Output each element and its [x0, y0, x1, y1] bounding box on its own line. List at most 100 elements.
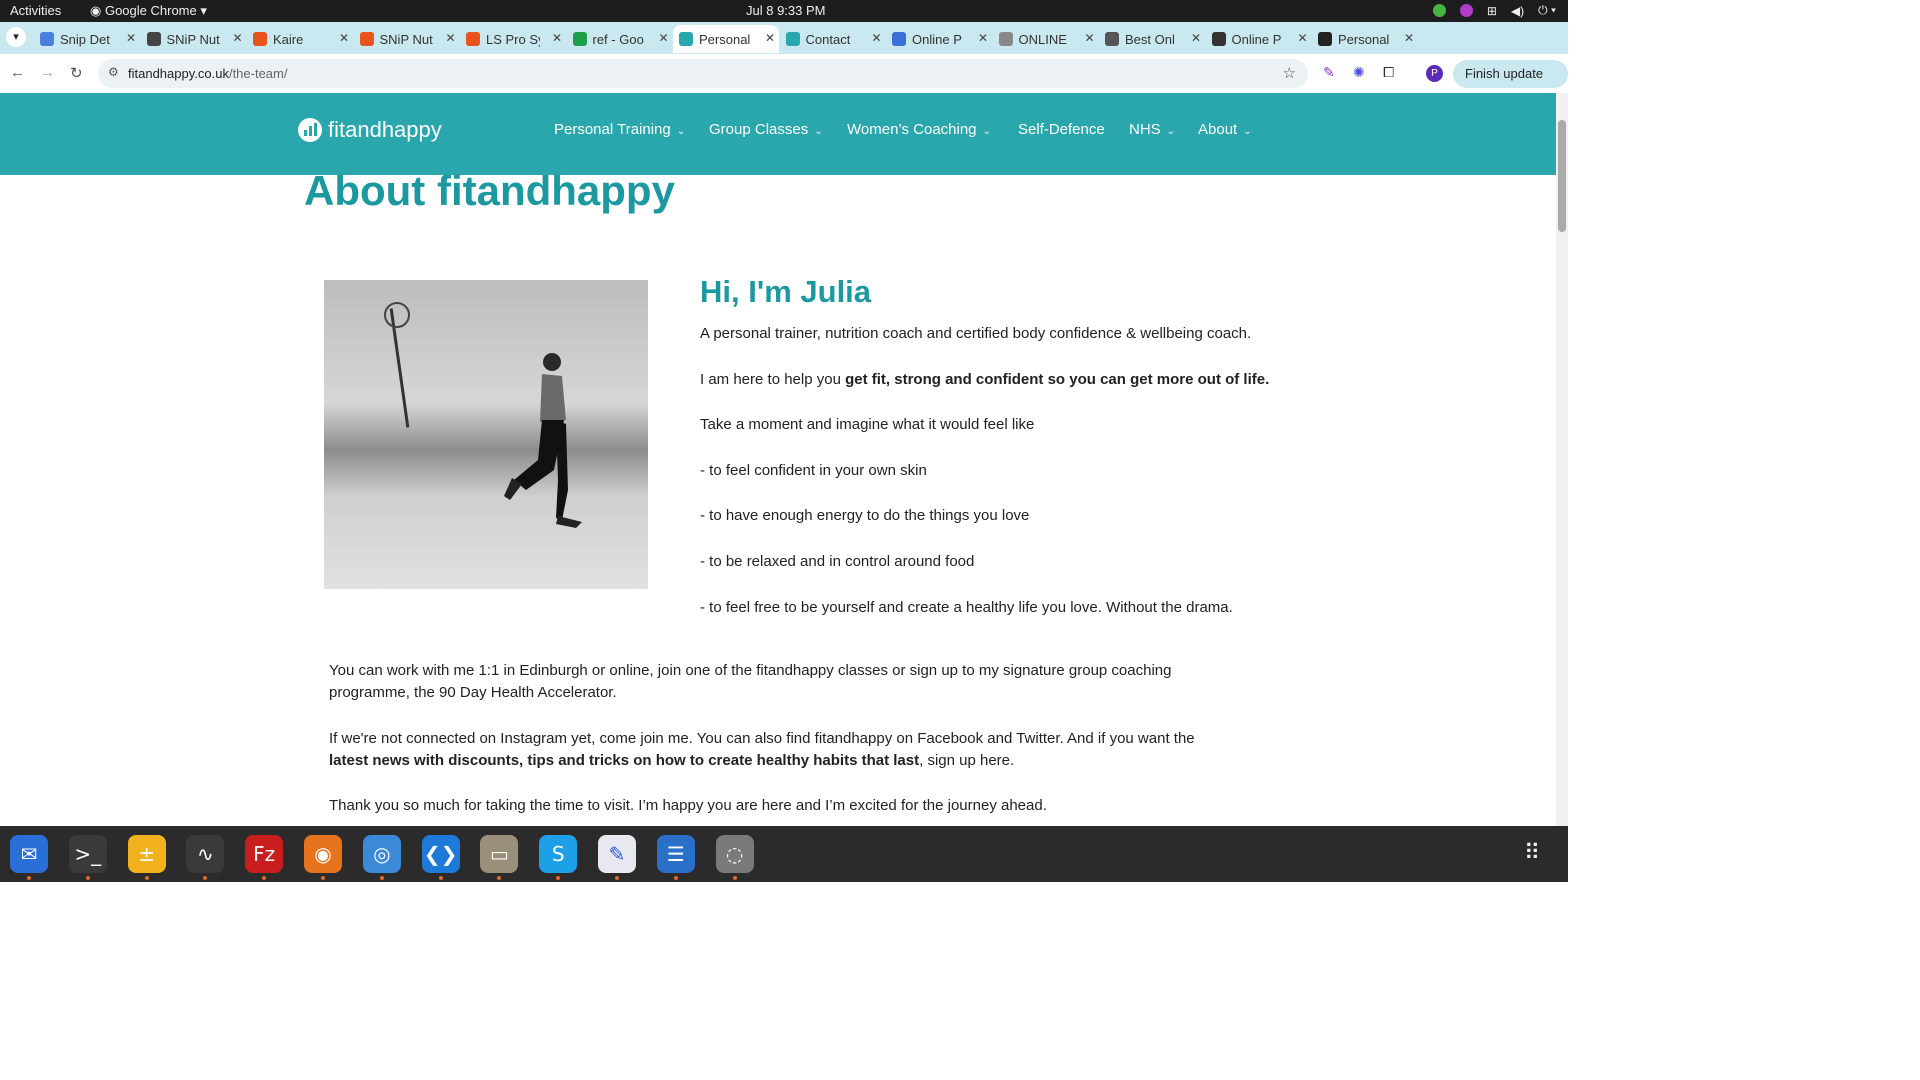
forward-icon[interactable]: → [40, 64, 55, 81]
nav-item-self-defence[interactable]: Self-Defence [1018, 121, 1105, 138]
tab-search-button[interactable]: ▾ [6, 27, 26, 47]
show-apps-icon[interactable]: ⠿ [1524, 840, 1540, 866]
system-top-bar: Activities ◉ Google Chrome ▾ Jul 8 9:33 … [0, 0, 1568, 22]
tab-close-icon[interactable]: ✕ [871, 31, 881, 45]
browser-tab[interactable]: ref - Goo ✕ [567, 25, 673, 53]
tab-close-icon[interactable]: ✕ [1297, 31, 1307, 45]
calculator-icon[interactable]: ± [127, 835, 166, 873]
activities-button[interactable]: Activities [10, 3, 61, 18]
thunderbird-icon[interactable]: ✉ [10, 835, 48, 873]
browser-tab[interactable]: Personal ✕ [673, 25, 779, 53]
running-indicator [262, 876, 267, 880]
reload-icon[interactable]: ↻ [70, 64, 83, 82]
browser-tab[interactable]: ONLINE ✕ [993, 25, 1099, 53]
extensions-puzzle-icon[interactable]: ⧠ [1383, 64, 1394, 81]
tab-favicon-icon [572, 32, 587, 46]
url-domain: fitandhappy.co.uk [128, 66, 229, 81]
extension-icon[interactable] [1459, 4, 1473, 17]
tab-close-icon[interactable]: ✕ [658, 31, 668, 45]
scrollbar-thumb[interactable] [1558, 120, 1566, 232]
connect-text: If we're not connected on Instagram yet,… [329, 728, 1229, 772]
firefox-icon[interactable]: ◉ [304, 835, 342, 873]
help-bold: get fit, strong and confident so you can… [845, 371, 1270, 388]
nav-item-group-classes[interactable]: Group Classes ⌄ [709, 121, 823, 138]
profile-avatar[interactable]: P [1426, 65, 1443, 82]
browser-tab[interactable]: SNiP Nut ✕ [141, 25, 247, 53]
bookmark-star-icon[interactable]: ☆ [1283, 64, 1296, 82]
tab-close-icon[interactable]: ✕ [126, 31, 136, 45]
page-title: About fitandhappy [304, 175, 675, 214]
network-icon[interactable]: ⊞ [1487, 4, 1497, 18]
tab-favicon-icon [1318, 32, 1332, 46]
help-prefix: I am here to help you [700, 371, 846, 388]
tab-close-icon[interactable]: ✕ [552, 31, 562, 45]
browser-tab[interactable]: Snip Det ✕ [34, 25, 140, 53]
update-icon[interactable] [1432, 4, 1446, 17]
volume-icon[interactable]: ◀) [1511, 4, 1524, 18]
tab-favicon-icon [892, 32, 906, 46]
tab-title: Best Onl [1125, 31, 1175, 47]
browser-tab[interactable]: SNiP Nut ✕ [354, 25, 460, 53]
text-editor-icon[interactable]: ✎ [598, 835, 636, 873]
nav-item-personal-training[interactable]: Personal Training ⌄ [554, 121, 685, 138]
url-text[interactable]: fitandhappy.co.uk/the-team/ [128, 66, 287, 81]
site-logo[interactable]: fitandhappy [298, 117, 442, 143]
tab-close-icon[interactable]: ✕ [445, 31, 455, 45]
browser-tab[interactable]: Personal ✕ [1312, 25, 1418, 53]
browser-tab[interactable]: Kaire ✕ [247, 25, 353, 53]
newsletter-link[interactable]: latest news with discounts, tips and tri… [329, 752, 919, 769]
system-monitor-icon[interactable]: ∿ [186, 835, 225, 873]
vscode-icon[interactable]: ❮❯ [421, 835, 460, 873]
writer-icon[interactable]: ☰ [656, 835, 695, 873]
terminal-icon[interactable]: >_ [68, 835, 107, 873]
browser-tab[interactable]: Contact ✕ [780, 25, 886, 53]
url-path: /the-team/ [228, 66, 288, 81]
clock[interactable]: Jul 8 9:33 PM [746, 3, 826, 18]
nav-item-about[interactable]: About ⌄ [1198, 121, 1252, 138]
tab-favicon-icon [679, 32, 693, 46]
browser-tab[interactable]: Online P ✕ [886, 25, 992, 53]
tab-close-icon[interactable]: ✕ [765, 31, 775, 45]
imagine-text: Take a moment and imagine what it would … [700, 416, 1035, 433]
running-indicator [27, 876, 31, 880]
tab-close-icon[interactable]: ✕ [1404, 31, 1414, 45]
browser-tab[interactable]: LS Pro Sy ✕ [460, 25, 566, 53]
chevron-down-icon: ⌄ [814, 126, 823, 137]
tab-title: Personal [699, 31, 751, 47]
skype-icon[interactable]: S [539, 835, 578, 873]
tab-close-icon[interactable]: ✕ [1191, 31, 1201, 45]
julia-running-photo [324, 280, 648, 589]
tab-title: Snip Det [60, 31, 110, 47]
filezilla-icon[interactable]: Fz [245, 835, 284, 873]
logo-bars-icon [298, 118, 322, 142]
tab-close-icon[interactable]: ✕ [1084, 31, 1094, 45]
disks-icon[interactable]: ◌ [715, 835, 754, 873]
running-indicator [85, 876, 90, 880]
tab-title: Online P [1231, 31, 1282, 47]
back-icon[interactable]: ← [10, 64, 25, 81]
site-info-icon[interactable]: ⚙ [108, 65, 119, 79]
tab-close-icon[interactable]: ✕ [339, 31, 349, 45]
intro-text: A personal trainer, nutrition coach and … [700, 325, 1252, 342]
pen-extension-icon[interactable]: ✎ [1323, 64, 1335, 81]
system-tray[interactable]: ⊞ ◀) ⏻ ▾ [1432, 3, 1556, 18]
power-icon[interactable]: ⏻ ▾ [1538, 3, 1556, 18]
finish-update-label: Finish update [1465, 66, 1544, 81]
app-menu[interactable]: ◉ Google Chrome ▾ [90, 3, 207, 19]
files-icon[interactable]: ▭ [480, 835, 519, 873]
chrome-icon[interactable]: ◎ [362, 835, 401, 873]
nav-item-nhs[interactable]: NHS ⌄ [1129, 121, 1175, 138]
tab-title: Personal [1338, 31, 1390, 47]
browser-tab[interactable]: Online P ✕ [1206, 25, 1312, 53]
nav-item-label: Personal Training [554, 121, 671, 138]
page-scrollbar[interactable] [1556, 93, 1568, 826]
sparkle-extension-icon[interactable]: ✺ [1353, 64, 1365, 81]
browser-tab[interactable]: Best Onl ✕ [1099, 25, 1205, 53]
nav-item-women-s-coaching[interactable]: Women’s Coaching ⌄ [847, 121, 991, 138]
tab-close-icon[interactable]: ✕ [978, 31, 988, 45]
finish-update-button[interactable]: Finish update ⋮ [1453, 60, 1568, 109]
address-bar[interactable]: ⚙ fitandhappy.co.uk/the-team/ ☆ [98, 59, 1308, 88]
tab-close-icon[interactable]: ✕ [232, 31, 242, 45]
sign-up-link[interactable]: , sign up here. [919, 752, 1014, 769]
work-with-me-text: You can work with me 1:1 in Edinburgh or… [329, 662, 1172, 701]
